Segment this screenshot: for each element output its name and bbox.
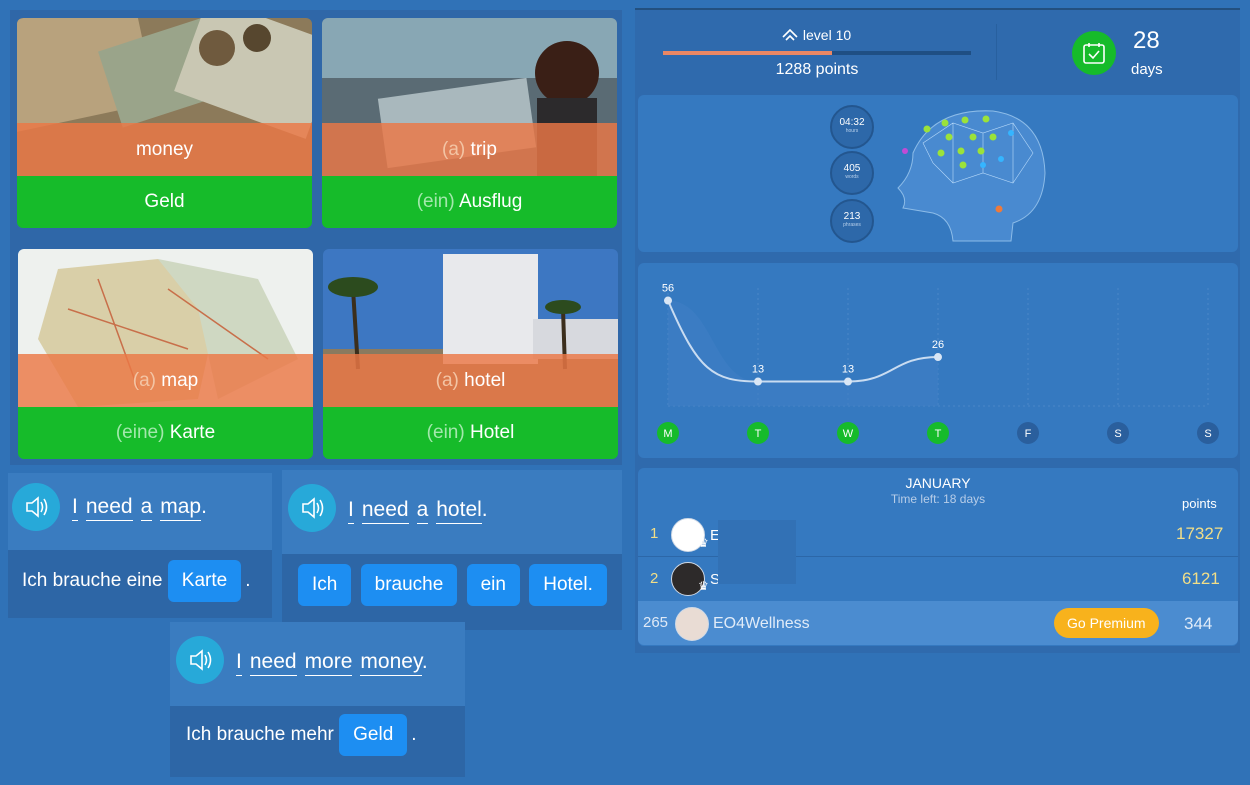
word-chip[interactable]: Ich [298,564,352,606]
vocab-card-map[interactable]: (a) map (eine) Karte [18,249,313,459]
day-label: T [755,428,762,440]
redaction-block [718,520,796,554]
points-column-header: points [1182,496,1217,511]
vocab-card-trip[interactable]: (a) trip (ein) Ausflug [322,18,617,228]
go-premium-button[interactable]: Go Premium [1054,608,1159,638]
level-label: level 10 [802,27,852,43]
speaker-icon[interactable] [176,636,224,684]
data-label: 13 [842,364,854,376]
phrases-stat: 213 phrases [830,199,874,243]
card-english-word: hotel [464,370,506,391]
english-sentence[interactable]: Ineed a hotel. [348,498,488,524]
leaderboard-month: JANUARY [905,475,971,491]
speaker-icon[interactable] [12,483,60,531]
vocab-card-money[interactable]: money Geld [17,18,312,228]
weekly-points-chart: 56 13 13 26 M T W T F S S [657,283,1219,444]
level-chevron-icon [782,28,798,41]
sentence-exercise-hotel: Ineed a hotel. Ich brauche ein Hotel. [282,470,622,630]
german-answer: Ich brauche eine Karte. [22,560,250,602]
answer-chip[interactable]: Geld [339,714,408,756]
crown-icon: ♛ [698,579,709,593]
card-english-word: money [135,139,194,160]
brain-illustration [897,110,1046,242]
words-stat: 405 words [830,151,874,195]
day-label: F [1025,428,1032,440]
answer-chip[interactable]: Karte [167,560,242,602]
vocab-card-hotel[interactable]: (a) hotel (ein) Hotel [323,249,618,459]
leaderboard-row-current-user[interactable]: 265 EO4Wellness Go Premium 344 [638,601,1238,645]
leaderboard-row[interactable]: 1 ♛ E 17327 [638,512,1238,557]
redaction-block [718,553,796,584]
word-chip-bank: Ich brauche ein Hotel. [298,564,611,606]
sentence-exercise-money: Ineed more money. Ich brauche mehr Geld. [170,622,465,777]
avatar [675,607,709,641]
brain-stats-panel: 04:32 hours 405 words 213 phrases [638,95,1238,252]
level-block: level 10 1288 points [663,26,971,86]
day-label: M [663,428,672,440]
day-label: W [843,428,854,440]
word-chip[interactable]: Hotel. [529,564,607,606]
chart-area [668,300,938,406]
sentence-exercise-map: Ineed a map. Ich brauche eine Karte. [8,473,272,618]
speaker-icon[interactable] [288,484,336,532]
english-sentence[interactable]: Ineed more money. [236,650,428,676]
day-label: S [1204,428,1211,440]
card-german-word: Ausflug [458,191,523,212]
data-point [664,296,672,305]
leaderboard-panel: JANUARY Time left: 18 days points 1 ♛ E … [638,468,1238,646]
card-english-word: trip [470,139,497,160]
streak-unit: days [1131,61,1163,78]
vocab-cards-panel: money Geld (a) trip (ein) Ausflug (a) ma… [10,10,622,465]
data-label: 56 [662,283,674,295]
hours-stat: 04:32 hours [830,105,874,149]
card-german-word: Hotel [469,422,515,443]
points-label: 1288 points [775,61,859,78]
calendar-check-icon [1072,31,1116,75]
leaderboard-row[interactable]: 2 ♛ S 6121 [638,553,1238,601]
card-german-word: Karte [169,422,216,443]
leaderboard-time-left: Time left: 18 days [890,492,986,506]
card-english-word: map [161,370,199,391]
german-answer: Ich brauche mehr Geld. [186,714,417,756]
crown-icon: ♛ [698,536,709,550]
level-progress-bar [663,51,971,55]
day-label: T [935,428,942,440]
day-label: S [1114,428,1121,440]
word-chip[interactable]: brauche [360,564,458,606]
data-point [844,377,852,386]
streak-value: 28 [1133,27,1160,54]
data-label: 26 [932,339,944,351]
data-point [934,353,942,362]
weekly-chart-panel: 56 13 13 26 M T W T F S S [638,263,1238,458]
card-german-word: Geld [144,191,185,212]
word-chip[interactable]: ein [466,564,520,606]
data-label: 13 [752,364,764,376]
progress-sidebar: level 10 1288 points 28 days 04:32 hours … [635,8,1240,653]
english-sentence[interactable]: Ineed a map. [72,495,207,521]
data-point [754,377,762,386]
